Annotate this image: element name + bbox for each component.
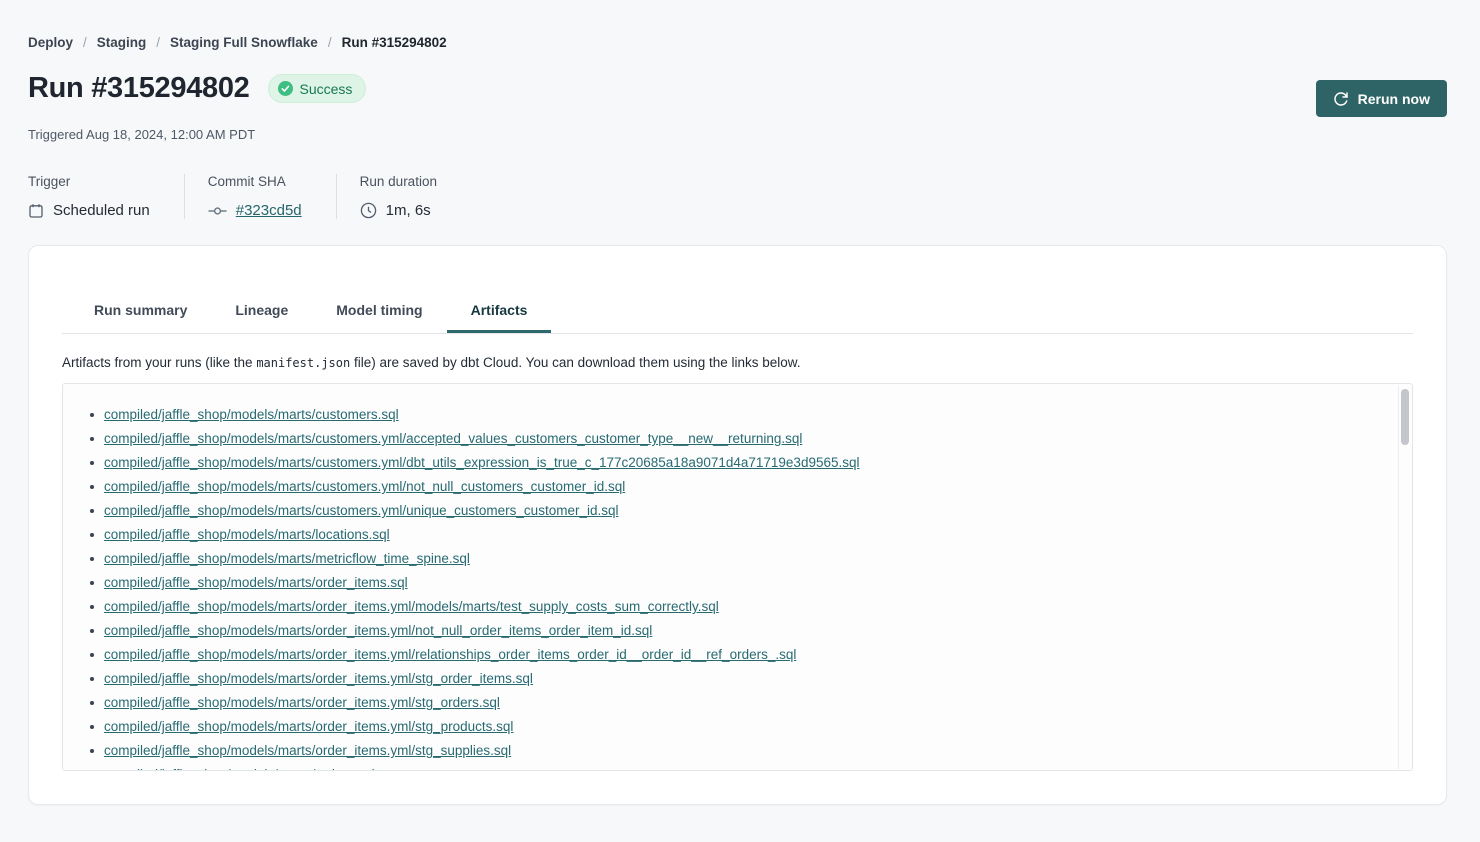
tab-run-summary[interactable]: Run summary [70,289,211,333]
rerun-now-button[interactable]: Rerun now [1316,80,1447,117]
run-duration-label: Run duration [360,174,437,189]
list-item: compiled/jaffle_shop/models/marts/order_… [90,739,1392,763]
list-item: compiled/jaffle_shop/models/marts/custom… [90,475,1392,499]
tab-model-timing[interactable]: Model timing [312,289,446,333]
breadcrumb-deploy[interactable]: Deploy [28,35,73,50]
tab-lineage[interactable]: Lineage [211,289,312,333]
list-item: compiled/jaffle_shop/models/marts/order_… [90,571,1392,595]
artifact-file-link[interactable]: compiled/jaffle_shop/models/marts/custom… [104,407,399,422]
trigger-value: Scheduled run [53,202,150,219]
artifacts-description: Artifacts from your runs (like the manif… [62,355,1413,370]
clock-icon [360,202,377,219]
trigger-label: Trigger [28,174,150,189]
list-item: compiled/jaffle_shop/models/marts/custom… [90,451,1392,475]
page-title: Run #315294802 [28,72,250,105]
status-badge: Success [268,74,367,103]
breadcrumb-separator: / [156,35,160,50]
artifact-file-link[interactable]: compiled/jaffle_shop/models/marts/custom… [104,503,618,518]
list-item: compiled/jaffle_shop/models/marts/order_… [90,595,1392,619]
check-circle-icon [278,81,293,96]
tabs: Run summary Lineage Model timing Artifac… [62,289,1413,334]
artifact-list: compiled/jaffle_shop/models/marts/custom… [63,384,1412,771]
breadcrumb-separator: / [328,35,332,50]
artifact-file-link[interactable]: compiled/jaffle_shop/models/marts/order_… [104,695,500,710]
artifact-file-link[interactable]: compiled/jaffle_shop/models/marts/orders… [104,767,375,771]
artifact-file-link[interactable]: compiled/jaffle_shop/models/marts/custom… [104,431,802,446]
commit-sha-label: Commit SHA [208,174,302,189]
artifact-file-link[interactable]: compiled/jaffle_shop/models/marts/custom… [104,455,860,470]
artifact-file-link[interactable]: compiled/jaffle_shop/models/marts/order_… [104,575,408,590]
artifact-file-link[interactable]: compiled/jaffle_shop/models/marts/locati… [104,527,390,542]
breadcrumb-current-run: Run #315294802 [342,35,447,50]
breadcrumb-staging[interactable]: Staging [97,35,147,50]
meta-commit: Commit SHA #323cd5d [185,174,337,219]
list-item: compiled/jaffle_shop/models/marts/locati… [90,523,1392,547]
meta-duration: Run duration 1m, 6s [337,174,471,219]
list-item: compiled/jaffle_shop/models/marts/custom… [90,427,1392,451]
run-detail-page: Deploy / Staging / Staging Full Snowflak… [0,35,1480,805]
breadcrumb-job[interactable]: Staging Full Snowflake [170,35,318,50]
list-item: compiled/jaffle_shop/models/marts/order_… [90,715,1392,739]
calendar-icon [28,203,44,219]
manifest-json-code: manifest.json [256,356,350,370]
commit-icon [208,205,227,217]
scrollbar-thumb[interactable] [1401,389,1409,445]
list-item: compiled/jaffle_shop/models/marts/order_… [90,691,1392,715]
artifact-file-link[interactable]: compiled/jaffle_shop/models/marts/order_… [104,743,511,758]
run-detail-card: Run summary Lineage Model timing Artifac… [28,245,1447,805]
breadcrumb: Deploy / Staging / Staging Full Snowflak… [28,35,1447,50]
list-item: compiled/jaffle_shop/models/marts/order_… [90,643,1392,667]
artifact-file-link[interactable]: compiled/jaffle_shop/models/marts/order_… [104,647,796,662]
triggered-timestamp: Triggered Aug 18, 2024, 12:00 AM PDT [28,127,1447,142]
run-duration-value: 1m, 6s [386,202,431,219]
refresh-icon [1333,91,1349,107]
meta-trigger: Trigger Scheduled run [28,174,185,219]
artifact-file-link[interactable]: compiled/jaffle_shop/models/marts/order_… [104,719,513,734]
list-item: compiled/jaffle_shop/models/marts/custom… [90,499,1392,523]
list-item: compiled/jaffle_shop/models/marts/order_… [90,619,1392,643]
list-item: compiled/jaffle_shop/models/marts/orders… [90,763,1392,771]
list-item: compiled/jaffle_shop/models/marts/order_… [90,667,1392,691]
artifact-file-link[interactable]: compiled/jaffle_shop/models/marts/metric… [104,551,470,566]
list-item: compiled/jaffle_shop/models/marts/custom… [90,403,1392,427]
artifact-file-link[interactable]: compiled/jaffle_shop/models/marts/order_… [104,671,533,686]
artifact-file-link[interactable]: compiled/jaffle_shop/models/marts/order_… [104,623,652,638]
tab-artifacts[interactable]: Artifacts [447,289,552,333]
page-header: Run #315294802 Success Rerun now [28,72,1447,117]
commit-sha-link[interactable]: #323cd5d [236,202,302,219]
scrollbar-track[interactable] [1398,385,1411,769]
artifact-file-link[interactable]: compiled/jaffle_shop/models/marts/custom… [104,479,625,494]
artifact-file-link[interactable]: compiled/jaffle_shop/models/marts/order_… [104,599,719,614]
run-meta-row: Trigger Scheduled run Commit SHA #323cd5… [28,174,1447,219]
breadcrumb-separator: / [83,35,87,50]
status-label: Success [300,81,353,97]
rerun-now-label: Rerun now [1358,91,1430,107]
artifact-listbox: compiled/jaffle_shop/models/marts/custom… [62,383,1413,771]
list-item: compiled/jaffle_shop/models/marts/metric… [90,547,1392,571]
